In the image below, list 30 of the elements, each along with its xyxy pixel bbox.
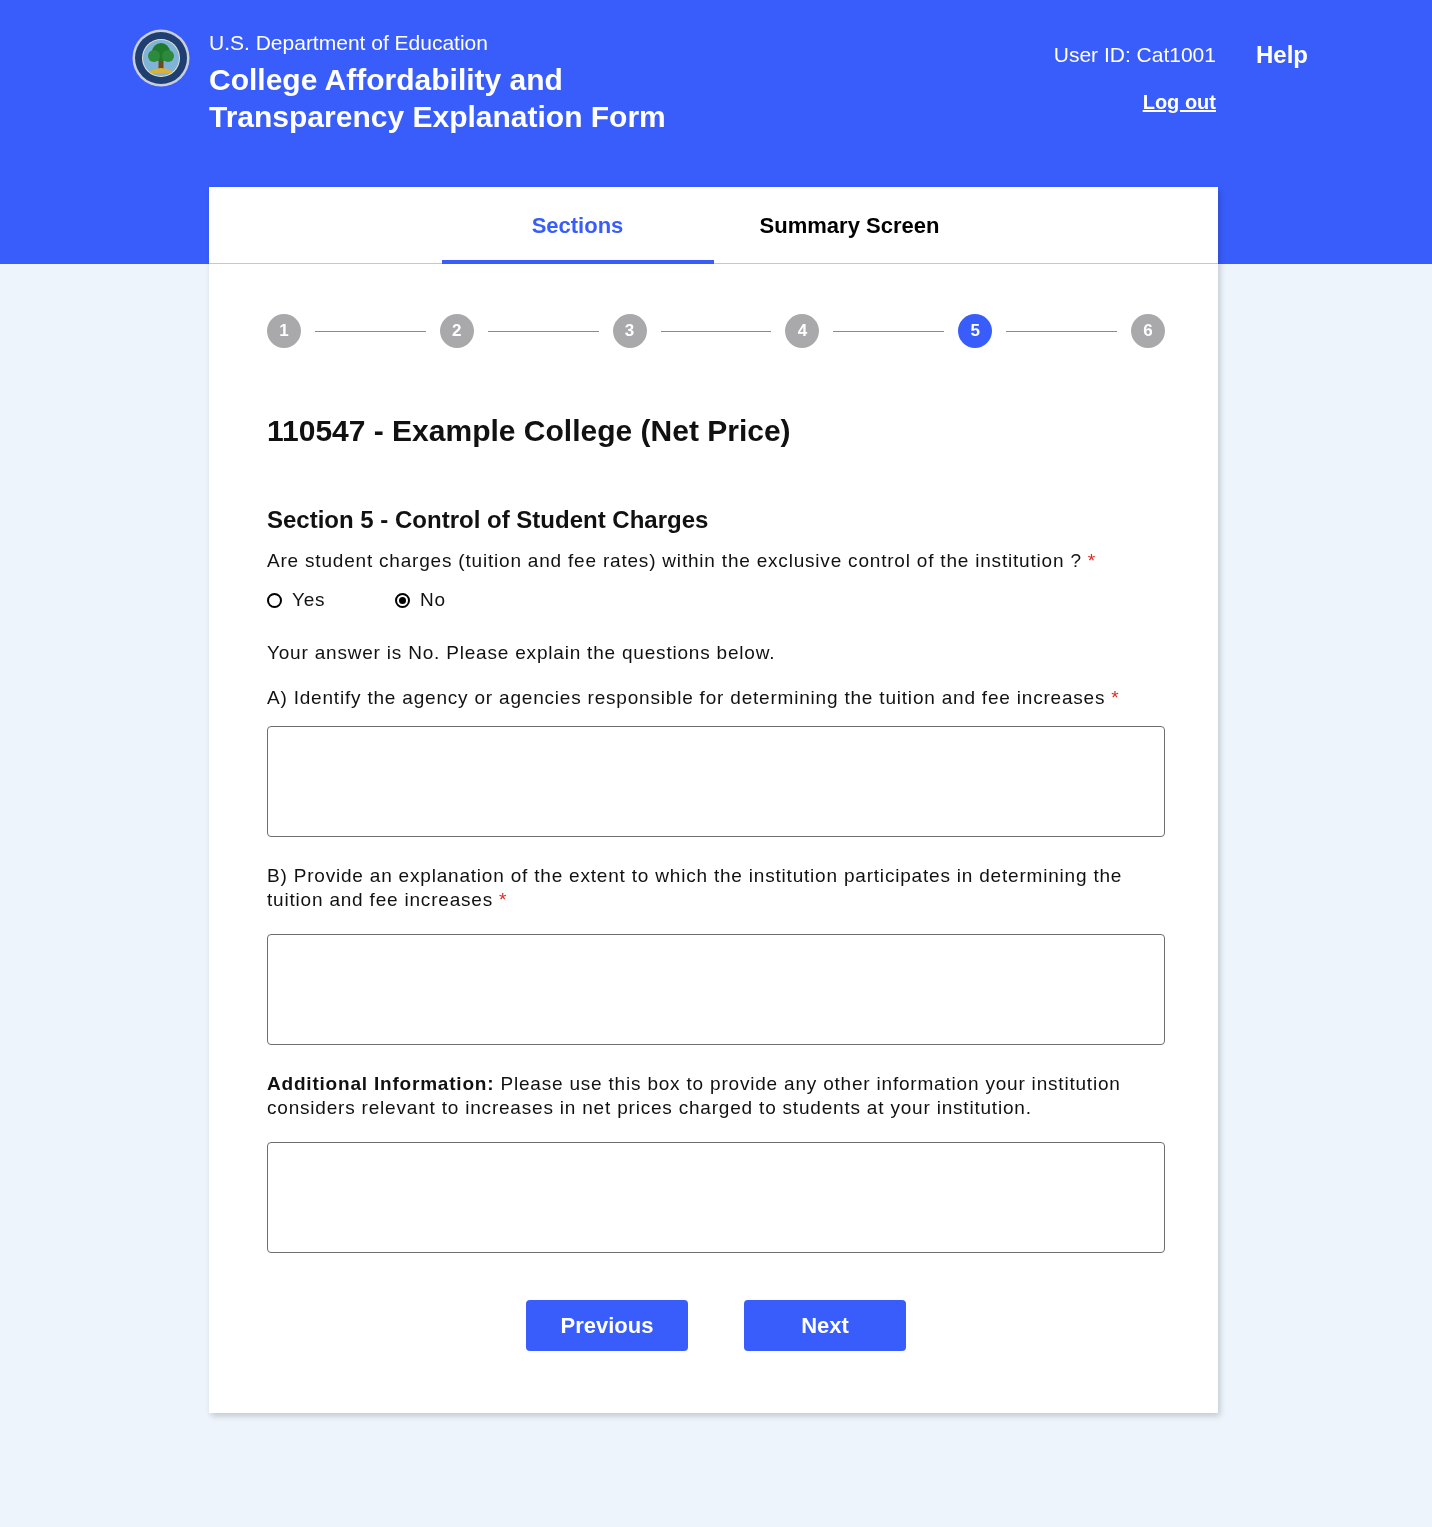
step-number: 2 [439,314,474,348]
question-label: Are student charges (tuition and fee rates) within the exclusive control of the institution ? * [267,549,1097,573]
nav-button[interactable]: Previous [526,1300,688,1351]
radio-button[interactable] [267,592,282,608]
tab[interactable]: Sections [441,187,714,264]
radio-button[interactable] [395,592,410,608]
field-label: A) Identify the agency or agencies responsible for determining the tuition and fee increases * [267,686,1121,710]
field-label: B) Provide an explanation of the extent to which the institution participates in determining the tuition and fee increases * [267,864,1124,912]
nav-button[interactable]: Next [744,1300,906,1351]
tab[interactable]: Summary Screen [713,187,986,264]
answer-note: Your answer is No. Please explain the questions below. [267,641,777,665]
answer-field[interactable] [267,726,1165,837]
college-title: 110547 - Example College (Net Price) [267,413,792,449]
section-heading: Section 5 - Control of Student Charges [267,505,710,535]
tree-seal-icon [132,29,190,87]
agency-name: U.S. Department of Education [209,30,489,56]
step-number: 4 [785,314,820,348]
user-id: User ID: Cat1001 [1053,42,1216,68]
step-number: 5 [958,314,993,348]
form-title: College Affordability and Transparency Explanation Form [209,62,667,135]
logout-link[interactable]: Log out [1142,89,1216,115]
radio-label: Yes [292,588,326,612]
field-label: Additional Information: Please use this box to provide any other information your institution considers relevant to increases in net prices charged to students at your institution. [267,1072,1122,1120]
help-link[interactable]: Help [1256,41,1308,69]
answer-field[interactable] [267,1142,1165,1253]
radio-label: No [420,588,446,612]
step-number: 1 [267,314,301,348]
step-number: 6 [1131,314,1165,348]
answer-field[interactable] [267,934,1165,1045]
step-number: 3 [612,314,647,348]
